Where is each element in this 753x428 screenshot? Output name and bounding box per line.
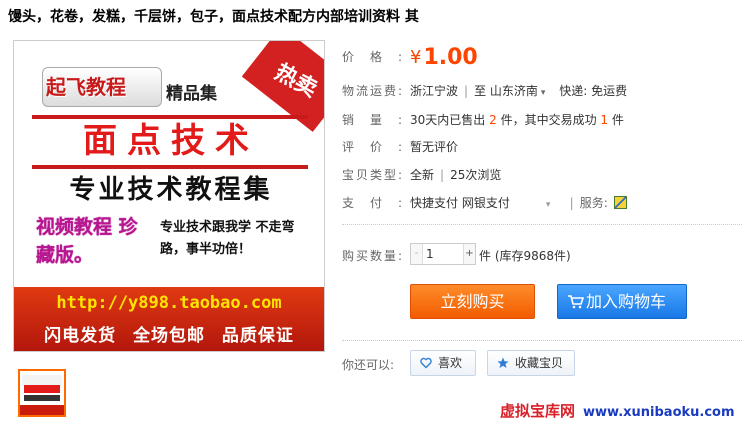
review-label: 评价:	[342, 140, 402, 154]
add-to-cart-label: 加入购物车	[586, 292, 667, 311]
shipping-label: 物流运费:	[342, 84, 402, 98]
quantity-input[interactable]	[424, 245, 460, 263]
like-label: 喜欢	[438, 356, 463, 370]
payment-row: 支付: 快捷支付 网银支付 ▾ | 服务:	[342, 194, 627, 211]
product-title: 馒头，花卷，发糕，千层饼，包子，面点技术配方内部培训资料 其	[8, 9, 419, 25]
image-main-title: 面点技术	[83, 121, 259, 161]
favorite-label: 收藏宝贝	[515, 356, 564, 370]
site-watermark: 虚拟宝库网 www.xunibaoku.com	[500, 400, 735, 421]
quantity-stepper[interactable]: - +	[410, 243, 476, 265]
image-logo-text: 起飞教程	[46, 75, 126, 99]
quantity-label: 购买数量:	[342, 249, 402, 263]
review-row: 评价: 暂无评价	[342, 138, 458, 155]
product-main-image[interactable]: 起飞教程 精品集 热卖 面点技术 专业技术教程集 视频教程 珍藏版。 专业技术跟…	[13, 40, 325, 352]
shipping-row: 物流运费: 浙江宁波 | 至 山东济南 ▾ 快递: 免运费	[342, 82, 627, 99]
divider-social	[342, 340, 742, 341]
sales-label: 销量:	[342, 113, 402, 127]
image-video-text: 视频教程 珍藏版。	[36, 216, 138, 266]
quantity-decrease-button[interactable]: -	[411, 244, 423, 264]
sales-prefix: 30天内已售出	[410, 113, 486, 127]
payment-label: 支付:	[342, 196, 402, 210]
sales-success-count: 1	[600, 113, 609, 127]
image-slogan: 专业技术跟我学 不走弯路，事半功倍！	[160, 220, 295, 257]
sales-mid: 件，其中交易成功	[500, 113, 597, 127]
image-subtitle: 专业技术教程集	[69, 175, 273, 205]
quantity-row: 购买数量:	[342, 247, 410, 264]
ship-separator: |	[464, 84, 469, 98]
image-shop-url: http://y898.taobao.com	[56, 293, 282, 313]
review-value[interactable]: 暂无评价	[410, 140, 458, 154]
price-value: 1.00	[423, 45, 478, 70]
quantity-increase-button[interactable]: +	[463, 244, 475, 264]
chevron-down-icon: ▾	[540, 88, 546, 98]
like-button[interactable]: 喜欢	[410, 350, 476, 376]
product-thumbnail[interactable]	[18, 369, 66, 417]
ship-from: 浙江宁波	[410, 84, 459, 98]
favorite-button[interactable]: 收藏宝贝	[487, 350, 575, 376]
watermark-name: 虚拟宝库网	[500, 402, 576, 420]
sales-row: 销量: 30天内已售出 2 件，其中交易成功 1 件	[342, 111, 624, 128]
sales-count: 2	[489, 113, 497, 127]
currency-symbol: ¥	[410, 47, 422, 68]
view-count: 25次浏览	[450, 168, 502, 182]
payment-methods: 快捷支付 网银支付	[410, 196, 510, 210]
stock-info: 件 (库存9868件)	[479, 249, 571, 263]
payment-dropdown-icon[interactable]: ▾	[546, 200, 560, 210]
type-row: 宝贝类型: 全新 | 25次浏览	[342, 166, 501, 183]
price-label: 价格:	[342, 50, 402, 64]
image-collection-text: 精品集	[166, 84, 217, 104]
thumb-footer	[20, 405, 64, 415]
service-label: 服务:	[579, 196, 608, 210]
watermark-url: www.xunibaoku.com	[583, 405, 735, 420]
type-value: 全新	[410, 168, 435, 182]
star-icon	[497, 357, 509, 368]
ship-to-value: 山东济南	[489, 84, 538, 98]
shopping-cart-icon	[568, 295, 584, 309]
type-separator: |	[440, 168, 445, 182]
thumb-subtitle	[24, 395, 60, 401]
price-row: 价格: ¥1.00	[342, 45, 478, 70]
ship-to-prefix: 至	[474, 84, 487, 98]
type-label: 宝贝类型:	[342, 168, 402, 182]
thumb-header	[22, 375, 62, 385]
image-promise-text: 闪电发货 全场包邮 品质保证	[44, 326, 294, 346]
delivery-fee: 快递: 免运费	[559, 84, 628, 98]
service-guarantee-icon[interactable]	[613, 196, 627, 209]
thumb-title	[24, 385, 60, 393]
divider-purchase	[342, 224, 742, 225]
also-label: 你还可以:	[342, 358, 395, 372]
heart-icon	[420, 357, 432, 369]
add-to-cart-button[interactable]: 加入购物车	[557, 284, 687, 319]
sales-suffix: 件	[611, 113, 624, 127]
buy-now-button[interactable]: 立刻购买	[410, 284, 535, 319]
ship-to-dropdown[interactable]: 山东济南 ▾	[490, 84, 546, 98]
service-separator: |	[569, 196, 574, 210]
